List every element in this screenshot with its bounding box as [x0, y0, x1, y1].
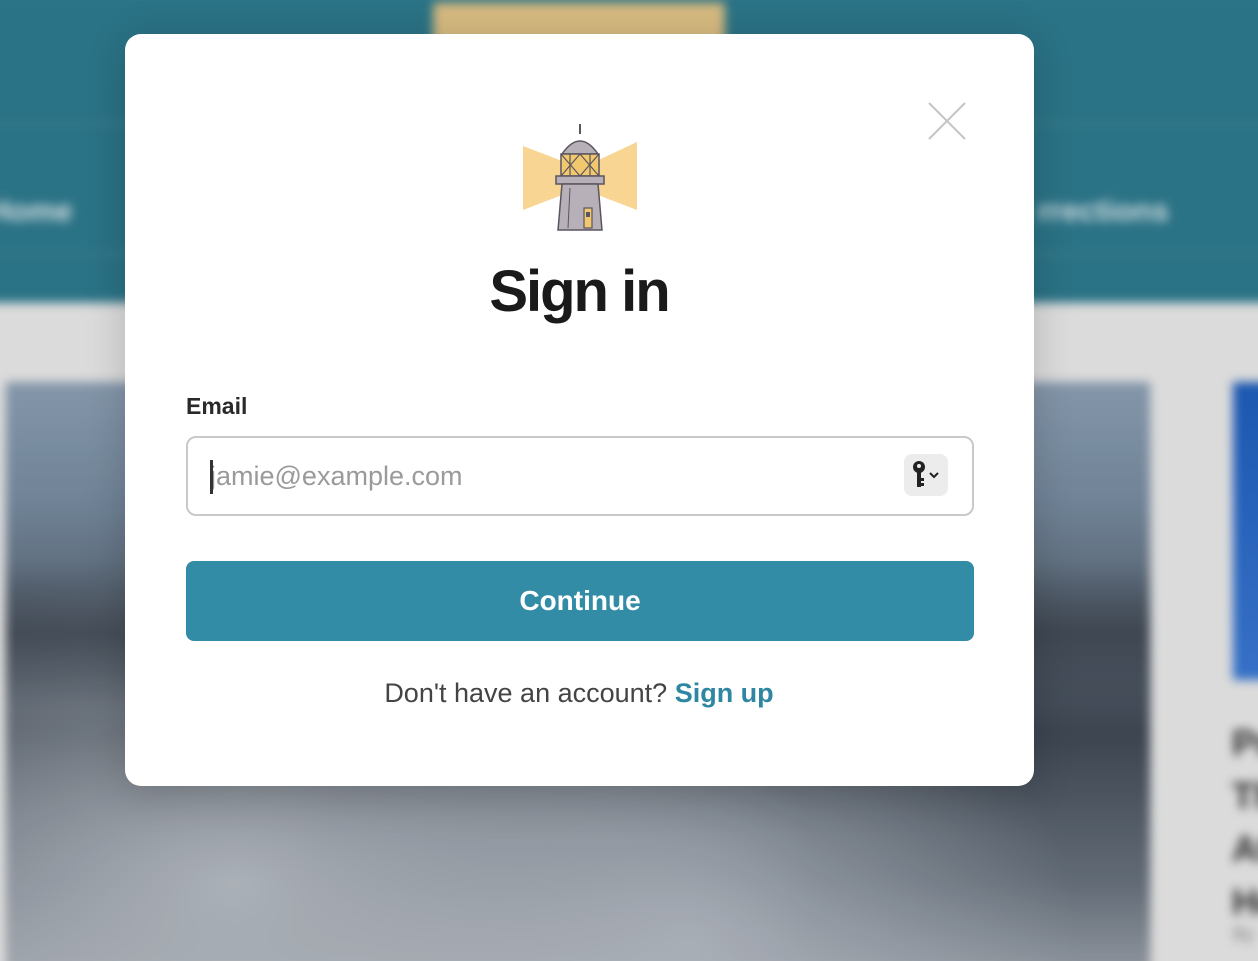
email-label: Email — [186, 393, 248, 419]
text-caret — [210, 460, 213, 494]
email-field-container — [186, 436, 974, 516]
signup-prompt: Don't have an account? — [384, 678, 668, 708]
key-icon — [913, 461, 939, 487]
signup-prompt-line: Don't have an account? Sign up — [0, 678, 1158, 709]
page-title: Sign in — [489, 259, 670, 324]
close-button[interactable] — [922, 96, 972, 146]
close-icon — [928, 102, 966, 140]
continue-button[interactable]: Continue — [186, 561, 974, 641]
password-manager-button[interactable] — [904, 454, 948, 496]
email-field[interactable] — [210, 456, 890, 496]
sign-up-link[interactable]: Sign up — [675, 678, 774, 708]
lighthouse-icon — [520, 120, 640, 232]
